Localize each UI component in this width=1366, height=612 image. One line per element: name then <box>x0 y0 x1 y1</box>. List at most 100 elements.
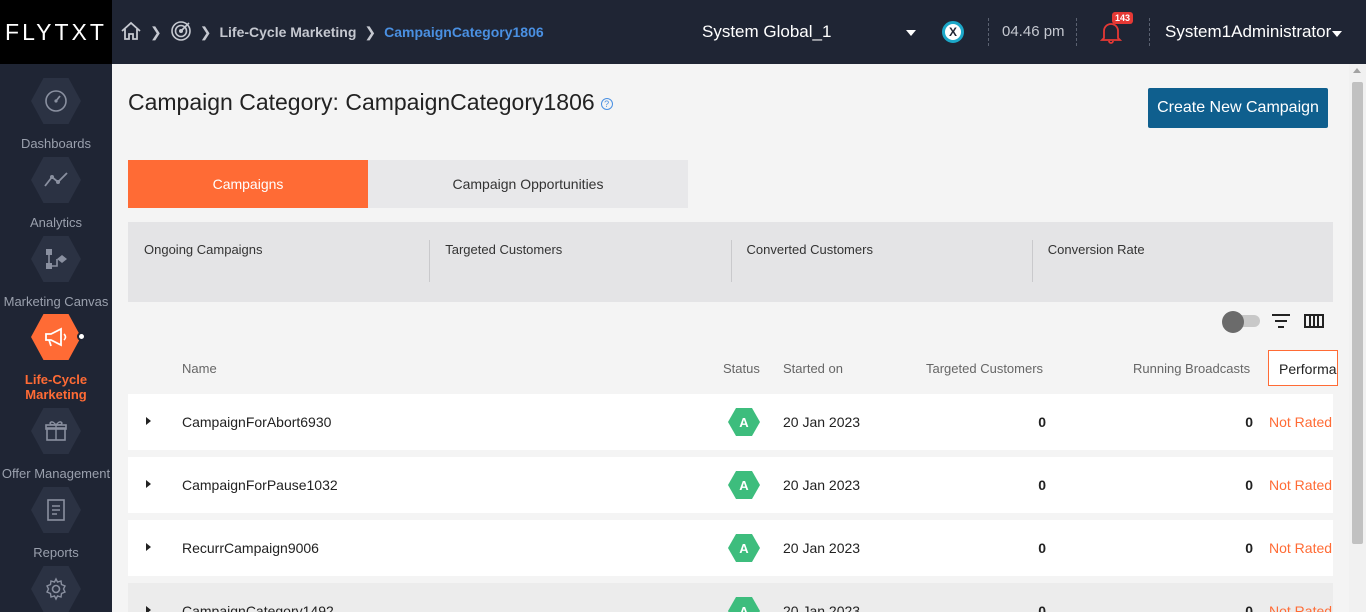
tab-bar: Campaigns Campaign Opportunities <box>128 160 688 208</box>
page-title-text: Campaign Category: CampaignCategory1806 <box>128 89 595 115</box>
column-running-broadcasts[interactable]: Running Broadcasts <box>1133 361 1250 376</box>
column-targeted-customers[interactable]: Targeted Customers <box>926 361 1043 376</box>
targeted-count: 0 <box>1038 540 1046 556</box>
x-app-icon[interactable]: X <box>942 21 964 43</box>
status-badge: A <box>728 597 760 612</box>
org-selector[interactable]: System Global_1 <box>702 22 922 42</box>
page-title: Campaign Category: CampaignCategory1806? <box>128 89 613 116</box>
help-icon[interactable]: ? <box>600 97 613 110</box>
stat-ongoing-campaigns: Ongoing Campaigns <box>144 242 263 257</box>
column-started-on[interactable]: Started on <box>783 361 843 376</box>
sidebar-item-marketing-canvas[interactable]: Marketing Canvas <box>0 234 112 309</box>
logo[interactable]: FLYTXT <box>0 0 112 64</box>
chevron-down-icon[interactable] <box>906 30 916 36</box>
breadcrumb: ❯ ❯ Life-Cycle Marketing ❯ CampaignCateg… <box>120 20 544 44</box>
performance-rating: Not Rated <box>1269 603 1333 612</box>
status-badge: A <box>728 534 760 562</box>
chevron-right-icon: ❯ <box>150 23 162 40</box>
scroll-up-arrow-icon[interactable] <box>1353 68 1361 73</box>
performance-rating: Not Rated <box>1269 540 1333 556</box>
sidebar-item-reports[interactable]: Reports <box>0 485 112 560</box>
scroll-thumb[interactable] <box>1352 82 1363 544</box>
tab-campaign-opportunities[interactable]: Campaign Opportunities <box>368 160 688 208</box>
page-scrollbar[interactable] <box>1349 64 1366 612</box>
started-on: 20 Jan 2023 <box>783 603 861 612</box>
campaign-name[interactable]: CampaignCategory1492 <box>182 603 334 612</box>
chevron-right-icon: ❯ <box>364 23 377 40</box>
breadcrumb-lifecycle[interactable]: Life-Cycle Marketing <box>219 24 356 40</box>
expand-icon[interactable] <box>146 543 151 551</box>
performance-rating: Not Rated <box>1269 477 1333 493</box>
table-row[interactable]: CampaignForAbort6930 A 20 Jan 2023 0 0 N… <box>128 394 1333 450</box>
sidebar: Dashboards Analytics Marketing Canvas Li… <box>0 64 112 612</box>
stat-targeted-customers: Targeted Customers <box>429 222 730 302</box>
target-icon[interactable] <box>170 20 192 45</box>
campaign-table: CampaignForAbort6930 A 20 Jan 2023 0 0 N… <box>128 394 1333 612</box>
performance-rating: Not Rated <box>1269 414 1333 430</box>
column-performance[interactable]: Performance <box>1268 350 1338 386</box>
sidebar-item-label: Life-Cycle Marketing <box>24 372 88 402</box>
table-row[interactable]: CampaignForPause1032 A 20 Jan 2023 0 0 N… <box>128 457 1333 513</box>
columns-icon[interactable] <box>1304 313 1324 334</box>
top-bar: FLYTXT ❯ ❯ Life-Cycle Marketing ❯ Campai… <box>0 0 1366 64</box>
sidebar-item-settings[interactable] <box>0 564 112 612</box>
stats-panel: Ongoing Campaigns Targeted Customers Con… <box>128 222 1333 302</box>
bell-icon[interactable] <box>1099 20 1123 49</box>
user-menu[interactable]: System1Administrator <box>1165 22 1331 42</box>
started-on: 20 Jan 2023 <box>783 540 861 556</box>
home-icon[interactable] <box>120 21 142 44</box>
targeted-count: 0 <box>1038 477 1046 493</box>
table-row[interactable]: CampaignCategory1492 A 20 Jan 2023 0 0 N… <box>128 583 1333 612</box>
gauge-icon <box>31 78 81 124</box>
broadcasts-count: 0 <box>1245 540 1253 556</box>
status-badge: A <box>728 408 760 436</box>
flow-icon <box>31 236 81 282</box>
expand-icon[interactable] <box>146 606 151 612</box>
sidebar-item-offer-management[interactable]: Offer Management <box>0 406 112 481</box>
megaphone-icon <box>31 314 81 360</box>
gear-icon <box>31 566 81 612</box>
sidebar-item-dashboards[interactable]: Dashboards <box>0 76 112 151</box>
targeted-count: 0 <box>1038 603 1046 612</box>
create-campaign-button[interactable]: Create New Campaign <box>1148 88 1328 128</box>
toggle-knob <box>1222 311 1244 333</box>
clock: 04.46 pm <box>1002 23 1065 40</box>
chevron-right-icon: ❯ <box>199 23 212 40</box>
broadcasts-count: 0 <box>1245 414 1253 430</box>
sidebar-item-label: Marketing Canvas <box>3 294 109 309</box>
sidebar-item-analytics[interactable]: Analytics <box>0 155 112 230</box>
expand-icon[interactable] <box>146 417 151 425</box>
sidebar-item-label: Dashboards <box>20 136 92 151</box>
campaign-name[interactable]: RecurrCampaign9006 <box>182 540 319 556</box>
sidebar-item-label: Reports <box>33 545 79 560</box>
targeted-count: 0 <box>1038 414 1046 430</box>
campaign-name[interactable]: CampaignForAbort6930 <box>182 414 331 430</box>
sidebar-item-label: Analytics <box>29 215 83 230</box>
breadcrumb-current: CampaignCategory1806 <box>384 24 544 40</box>
sidebar-item-lifecycle-marketing[interactable]: Life-Cycle Marketing <box>0 312 112 402</box>
report-icon <box>31 487 81 533</box>
broadcasts-count: 0 <box>1245 477 1253 493</box>
campaign-name[interactable]: CampaignForPause1032 <box>182 477 338 493</box>
broadcasts-count: 0 <box>1245 603 1253 612</box>
stat-conversion-rate: Conversion Rate <box>1031 222 1333 302</box>
tab-campaigns[interactable]: Campaigns <box>128 160 368 208</box>
expand-icon[interactable] <box>146 480 151 488</box>
filter-icon[interactable] <box>1271 313 1291 334</box>
divider <box>1076 18 1077 46</box>
view-toggle[interactable] <box>1222 311 1262 333</box>
table-row[interactable]: RecurrCampaign9006 A 20 Jan 2023 0 0 Not… <box>128 520 1333 576</box>
started-on: 20 Jan 2023 <box>783 414 861 430</box>
chevron-down-icon[interactable] <box>1332 31 1342 37</box>
active-indicator <box>77 332 86 341</box>
gift-icon <box>31 408 81 454</box>
started-on: 20 Jan 2023 <box>783 477 861 493</box>
notification-badge: 143 <box>1112 12 1134 24</box>
stat-converted-customers: Converted Customers <box>730 222 1032 302</box>
column-status[interactable]: Status <box>723 361 760 376</box>
sidebar-item-label: Offer Management <box>1 466 111 481</box>
table-header: Name Status Started on Targeted Customer… <box>128 348 1338 388</box>
column-name[interactable]: Name <box>182 361 217 376</box>
line-chart-icon <box>31 157 81 203</box>
divider <box>1149 18 1150 46</box>
